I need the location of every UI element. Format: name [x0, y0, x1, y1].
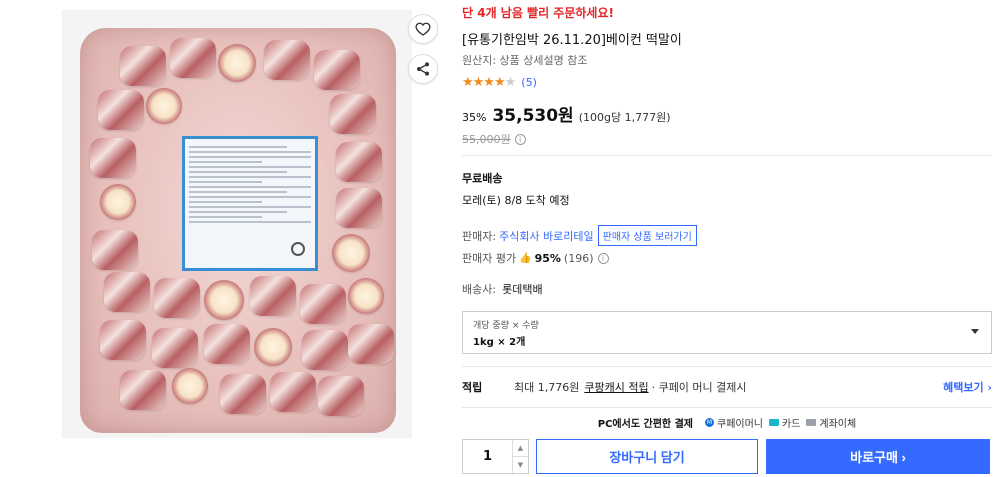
- option-label: 개당 중량 × 수량: [473, 321, 539, 331]
- divider: [462, 407, 992, 408]
- card-method: 카드: [769, 415, 800, 430]
- payment-methods: PC에서도 간편한 결제 M 쿠페이머니 카드 계좌이체: [462, 415, 992, 430]
- courier-info: 배송사: 롯데택배: [462, 281, 992, 297]
- chevron-down-icon: [971, 329, 979, 334]
- shipping-info: 무료배송 모레(토) 8/8 도착 예정: [462, 170, 992, 208]
- product-origin: 원산지: 상품 상세설명 참조: [462, 54, 588, 67]
- points-label: 적립: [462, 381, 483, 394]
- star-rating-icon: ★★★★★: [462, 74, 516, 90]
- buy-now-button[interactable]: 바로구매 ›: [766, 439, 990, 474]
- courier-label: 배송사:: [462, 283, 497, 296]
- product-info-panel: 단 4개 남음 빨리 주문하세요! [유통기한임박 26.11.20]베이컨 떡…: [462, 0, 992, 474]
- bacon-roll-bag: [80, 28, 396, 433]
- quantity-value[interactable]: 1: [463, 440, 512, 473]
- quantity-arrows: ▲ ▼: [512, 440, 528, 473]
- seller-products-button[interactable]: 판매자 상품 보러가기: [597, 225, 697, 246]
- coupay-icon: M: [705, 417, 714, 427]
- seller-name-link[interactable]: 주식회사 바로리테일: [499, 228, 594, 244]
- card-icon: [769, 418, 779, 426]
- option-value: 1kg × 2개: [473, 337, 526, 348]
- product-label-sticker: [182, 136, 318, 271]
- quantity-stepper[interactable]: 1 ▲ ▼: [462, 439, 529, 474]
- unit-price: (100g당 1,777원): [578, 111, 671, 124]
- seller-label: 판매자:: [462, 229, 497, 243]
- payment-title: PC에서도 간편한 결제: [597, 418, 693, 430]
- stock-urgency-text: 단 4개 남음 빨리 주문하세요!: [462, 6, 614, 20]
- info-icon[interactable]: i: [514, 133, 526, 145]
- coupang-cash-link[interactable]: 쿠팡캐시 적립: [584, 379, 648, 395]
- quantity-up-icon[interactable]: ▲: [513, 440, 528, 457]
- purchase-row: 1 ▲ ▼ 장바구니 담기 바로구매 ›: [462, 439, 992, 474]
- heart-icon[interactable]: [408, 14, 438, 44]
- price-row: 35% 35,530원 (100g당 1,777원): [462, 101, 992, 126]
- coupay-money-method: M 쿠페이머니: [705, 417, 763, 430]
- info-icon[interactable]: i: [597, 252, 609, 264]
- thumb-up-icon: 👍: [519, 252, 532, 264]
- sale-price: 35,530원: [492, 106, 574, 126]
- seller-rating-count: (196): [563, 251, 594, 265]
- divider: [462, 155, 992, 156]
- product-photo[interactable]: [62, 10, 412, 438]
- arrival-date: 모레(토) 8/8 도착 예정: [462, 194, 570, 207]
- original-price-row: 55,000원 i: [462, 131, 992, 147]
- product-rating[interactable]: ★★★★★ (5): [462, 74, 992, 90]
- points-condition: · 쿠페이 머니 결제시: [651, 381, 747, 394]
- recycle-icon: [291, 242, 305, 256]
- free-shipping-label: 무료배송: [462, 172, 503, 185]
- points-amount: 최대 1,776원: [514, 381, 580, 394]
- seller-rating-value: 95%: [534, 251, 561, 265]
- discount-rate: 35%: [462, 111, 487, 124]
- image-side-actions: [408, 14, 438, 94]
- quantity-down-icon[interactable]: ▼: [513, 457, 528, 473]
- seller-rating-label: 판매자 평가: [462, 252, 517, 265]
- original-price: 55,000원: [462, 133, 511, 146]
- share-icon[interactable]: [408, 54, 438, 84]
- product-title: [유통기한임박 26.11.20]베이컨 떡말이: [462, 33, 682, 48]
- bank-transfer-method: 계좌이체: [806, 415, 856, 430]
- review-count-link[interactable]: (5): [521, 76, 537, 89]
- product-image-area: [0, 0, 440, 477]
- seller-info: 판매자: 주식회사 바로리테일 판매자 상품 보러가기 판매자 평가 👍 95%…: [462, 225, 992, 297]
- add-to-cart-button[interactable]: 장바구니 담기: [536, 439, 758, 474]
- points-row: 적립 최대 1,776원 쿠팡캐시 적립 · 쿠페이 머니 결제시 혜택보기 ›: [462, 367, 992, 407]
- courier-name: 롯데택배: [502, 283, 543, 296]
- option-select-dropdown[interactable]: 개당 중량 × 수량 1kg × 2개: [462, 311, 992, 354]
- view-benefits-link[interactable]: 혜택보기 ›: [943, 379, 992, 395]
- bank-icon: [806, 418, 817, 426]
